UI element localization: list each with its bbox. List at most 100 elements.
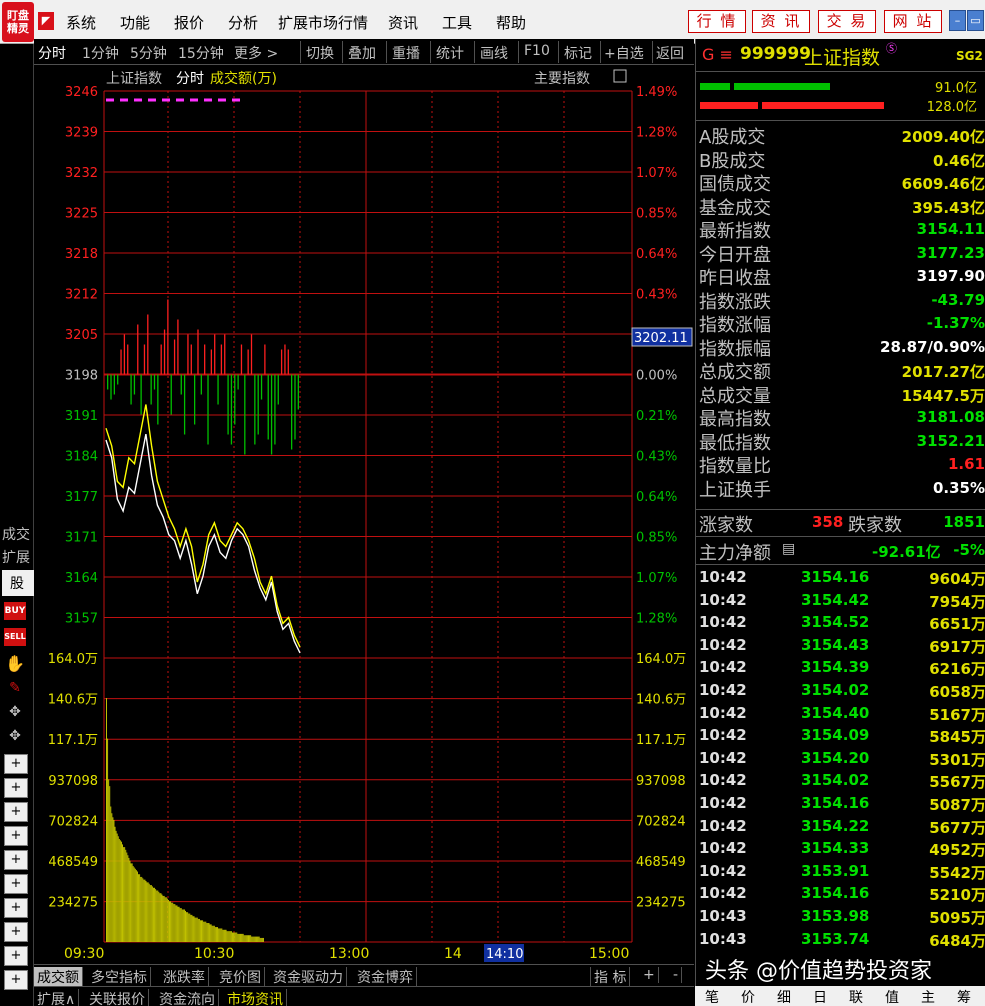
- left-tab-stock[interactable]: 股票: [2, 570, 34, 612]
- quote-label: 国债成交: [699, 174, 771, 195]
- menu-quote[interactable]: 报价: [174, 12, 204, 33]
- expand-icon[interactable]: +: [4, 826, 28, 846]
- quote-value: 2009.40亿: [901, 128, 985, 146]
- back-button[interactable]: 返回: [656, 43, 684, 63]
- tick-time: 10:42: [699, 861, 747, 880]
- overlay-button[interactable]: 叠加: [348, 43, 376, 63]
- sell-icon[interactable]: SELL: [4, 628, 26, 646]
- volume-axis-label-right: 117.1万: [636, 733, 686, 748]
- pct-axis-label: 0.00%: [636, 369, 677, 384]
- tick-time: 10:42: [699, 681, 747, 699]
- menu-system[interactable]: 系统: [66, 12, 96, 33]
- expand-icon[interactable]: +: [4, 970, 28, 990]
- price-axis-label: 3246: [65, 85, 98, 100]
- expand-icon[interactable]: +: [4, 754, 28, 774]
- switch-button[interactable]: 切换: [306, 43, 334, 63]
- expand-icon[interactable]: +: [4, 874, 28, 894]
- tab-auction[interactable]: 竞价图: [216, 967, 265, 987]
- quote-bottom-tab[interactable]: 价: [741, 987, 755, 1006]
- quote-bottom-tab[interactable]: 笔: [705, 987, 719, 1006]
- tab-15min[interactable]: 15分钟: [178, 43, 224, 63]
- tab-related-quotes[interactable]: 关联报价: [86, 989, 149, 1006]
- menu-analysis[interactable]: 分析: [228, 12, 258, 33]
- tab-capital-flow[interactable]: 资金流向: [156, 989, 219, 1006]
- menu-help[interactable]: 帮助: [496, 12, 526, 33]
- tab-long-short[interactable]: 多空指标: [88, 967, 151, 987]
- left-tab-trade[interactable]: 成交: [2, 524, 30, 544]
- tab-1min[interactable]: 1分钟: [82, 43, 119, 63]
- volume-axis-label-right: 937098: [636, 774, 686, 789]
- tab-capital-drive[interactable]: 资金驱动力: [270, 967, 347, 987]
- quick-website-button[interactable]: 网 站: [884, 10, 942, 33]
- bar-up-2: [734, 83, 830, 90]
- menu-bar: 盯盘 精灵 ◤ 系统 功能 报价 分析 扩展市场行情 资讯 工具 帮助 行 情 …: [0, 0, 985, 44]
- volume-axis-label-right: 140.6万: [636, 693, 686, 708]
- quote-value: 3181.08: [916, 408, 985, 426]
- quote-bottom-tab[interactable]: 值: [885, 987, 899, 1006]
- replay-button[interactable]: 重播: [392, 43, 420, 63]
- menu-extended-market[interactable]: 扩展市场行情: [278, 12, 368, 33]
- pin-icon-2[interactable]: ✥: [4, 728, 26, 748]
- hand-icon[interactable]: ✋: [4, 654, 26, 674]
- f10-button[interactable]: F10: [524, 43, 550, 59]
- menu-function[interactable]: 功能: [120, 12, 150, 33]
- mark-button[interactable]: 标记: [564, 43, 592, 63]
- quick-quote-button[interactable]: 行 情: [688, 10, 746, 33]
- menu-news[interactable]: 资讯: [388, 12, 418, 33]
- expand-icon[interactable]: +: [4, 850, 28, 870]
- restore-icon[interactable]: ▭: [967, 10, 984, 31]
- tick-time: 10:42: [699, 635, 747, 654]
- zoom-out-button[interactable]: -: [670, 967, 683, 983]
- zoom-in-button[interactable]: +: [640, 967, 659, 983]
- stats-button[interactable]: 统计: [436, 43, 464, 63]
- tab-market-news[interactable]: 市场资讯: [224, 989, 287, 1006]
- tick-row: 10:42 3154.09 5845万: [699, 726, 985, 749]
- tool-icon[interactable]: ✎: [4, 680, 26, 700]
- expand-icon[interactable]: +: [4, 802, 28, 822]
- divider: [696, 564, 985, 565]
- tab-turnover[interactable]: 成交额: [34, 967, 83, 987]
- quote-value: 3177.23: [916, 243, 985, 262]
- buy-icon[interactable]: BUY: [4, 602, 26, 620]
- tab-5min[interactable]: 5分钟: [130, 43, 167, 63]
- tick-volume: 9604万: [929, 570, 985, 588]
- expand-icon[interactable]: +: [4, 946, 28, 966]
- tick-volume: 5095万: [929, 909, 985, 927]
- list-icon[interactable]: ▤: [782, 541, 795, 557]
- quote-bottom-tab[interactable]: 筹: [957, 987, 971, 1006]
- tab-more[interactable]: 更多 >: [234, 43, 278, 63]
- quote-bottom-tab[interactable]: 细: [777, 987, 791, 1006]
- tab-expand[interactable]: 扩展∧: [34, 989, 80, 1006]
- pct-axis-label: 1.28%: [636, 612, 677, 627]
- minimize-icon[interactable]: –: [949, 10, 966, 31]
- pin-icon-1[interactable]: ✥: [4, 704, 26, 724]
- tick-row: 10:42 3154.16 5087万: [699, 794, 985, 817]
- draw-line-button[interactable]: 画线: [480, 43, 508, 63]
- indicator-button[interactable]: 指 标: [590, 967, 631, 987]
- volume-axis-label-right: 164.0万: [636, 652, 686, 667]
- volume-axis-label: 117.1万: [48, 733, 98, 748]
- left-tab-extended[interactable]: 扩展: [2, 547, 30, 567]
- add-watchlist-button[interactable]: +自选: [604, 43, 644, 63]
- quick-trade-button[interactable]: 交 易: [818, 10, 876, 33]
- tick-volume: 6484万: [929, 931, 985, 950]
- expand-icon[interactable]: +: [4, 922, 28, 942]
- bar-down-value: 128.0亿: [926, 100, 977, 115]
- expand-icon[interactable]: +: [4, 778, 28, 798]
- menu-tools[interactable]: 工具: [442, 12, 472, 33]
- quick-news-button[interactable]: 资 讯: [752, 10, 810, 33]
- price-axis-label: 3171: [65, 531, 98, 546]
- intraday-chart[interactable]: 上证指数 分时 成交额(万) 主要指数 3246 1.49% 3239 1.28% 3232 1.…: [34, 66, 694, 964]
- tab-intraday[interactable]: 分时: [38, 43, 66, 63]
- app-menu-icon[interactable]: ◤: [38, 12, 54, 30]
- quote-bottom-tab[interactable]: 联: [849, 987, 863, 1006]
- quote-label: 最高指数: [699, 409, 771, 430]
- current-price-tag: 3202.11: [634, 331, 688, 346]
- expand-icon[interactable]: +: [4, 898, 28, 918]
- tick-row: 10:42 3154.42 7954万: [699, 591, 985, 614]
- tab-capital-game[interactable]: 资金博弈: [354, 967, 417, 987]
- quote-bottom-tab[interactable]: 主: [921, 987, 935, 1006]
- quote-bottom-tab[interactable]: 日: [813, 987, 827, 1006]
- tick-time: 10:42: [699, 816, 747, 835]
- tab-advance-decline[interactable]: 涨跌率: [160, 967, 209, 987]
